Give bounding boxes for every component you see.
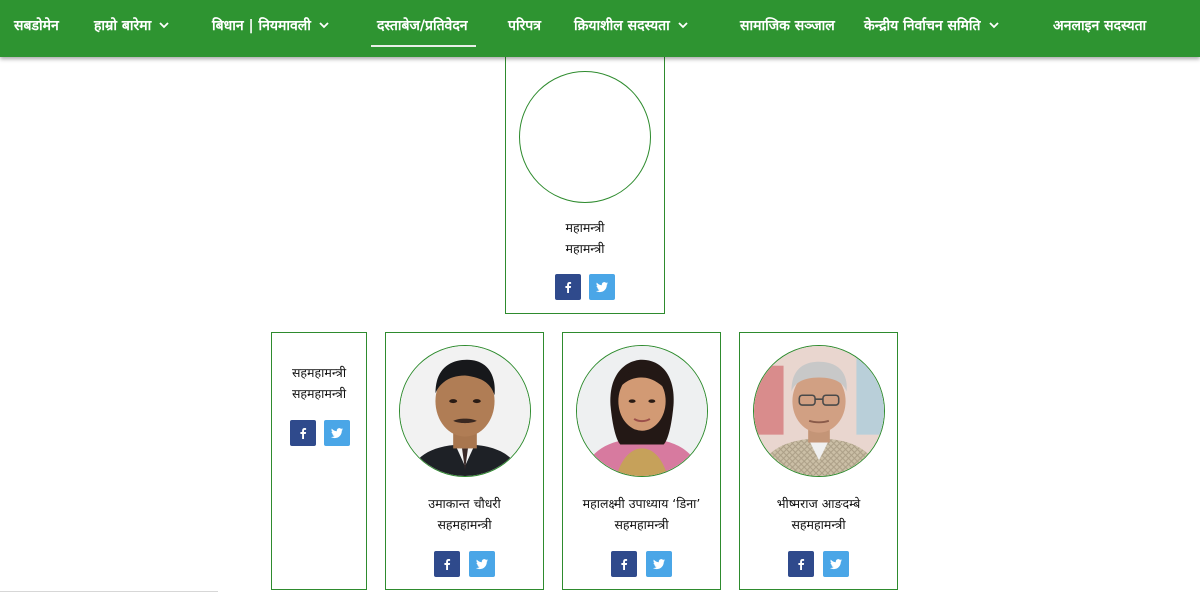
profile-photo-placeholder	[519, 71, 651, 203]
member-role: सहमहामन्त्री	[614, 517, 669, 532]
member-role: सहमहामन्त्री	[791, 517, 846, 532]
twitter-icon	[830, 559, 842, 570]
twitter-button[interactable]	[646, 551, 672, 577]
twitter-icon	[596, 282, 608, 293]
member-name: उमाकान्त चौधरी	[428, 496, 501, 511]
nav-item-label: बिधान | नियमावली	[212, 17, 311, 34]
chevron-down-icon	[159, 22, 169, 29]
nav-item-label: अनलाइन सदस्यता	[1053, 17, 1147, 34]
profile-photo	[576, 345, 708, 477]
member-role: सहमहामन्त्री	[437, 517, 492, 532]
member-role: सहमहामन्त्री	[291, 386, 347, 401]
member-name: महालक्ष्मी उपाध्याय ‘डिना’	[582, 496, 701, 511]
main-navbar: सबडोमेन हाम्रो बारेमा बिधान | नियमावली द…	[0, 0, 1200, 57]
twitter-button[interactable]	[324, 420, 350, 446]
chevron-down-icon	[678, 22, 688, 29]
nav-item-label: सामाजिक सञ्जाल	[740, 17, 835, 34]
nav-item-label: परिपत्र	[508, 17, 541, 34]
man-with-glasses-portrait-image	[754, 346, 884, 476]
nav-item-constitution-rules[interactable]: बिधान | नियमावली	[212, 0, 330, 50]
nav-item-label: दस्ताबेज/प्रतिवेदन	[377, 17, 468, 34]
facebook-icon	[300, 428, 307, 439]
facebook-button[interactable]	[788, 551, 814, 577]
woman-portrait-image	[577, 346, 707, 476]
twitter-button[interactable]	[823, 551, 849, 577]
facebook-button[interactable]	[434, 551, 460, 577]
general-secretary-card: महामन्त्री महामन्त्री	[505, 40, 665, 314]
facebook-button[interactable]	[611, 551, 637, 577]
nav-item-subdomain[interactable]: सबडोमेन	[14, 0, 59, 50]
member-card: भीष्मराज आङदम्बे सहमहामन्त्री	[739, 332, 898, 590]
member-name: भीष्मराज आङदम्बे	[776, 496, 861, 511]
facebook-icon	[798, 559, 805, 570]
profile-photo	[399, 345, 531, 477]
facebook-button[interactable]	[555, 274, 581, 300]
twitter-icon	[331, 428, 343, 439]
facebook-icon	[621, 559, 628, 570]
facebook-icon	[565, 282, 572, 293]
nav-item-documents-reports[interactable]: दस्ताबेज/प्रतिवेदन	[371, 0, 476, 50]
chevron-down-icon	[988, 22, 999, 29]
member-card: महालक्ष्मी उपाध्याय ‘डिना’ सहमहामन्त्री	[562, 332, 721, 590]
chevron-down-icon	[319, 22, 329, 29]
profile-photo	[753, 345, 885, 477]
member-name: महामन्त्री	[565, 220, 605, 235]
nav-item-label: सबडोमेन	[14, 17, 59, 34]
twitter-icon	[653, 559, 665, 570]
nav-item-active-membership[interactable]: क्रियाशील सदस्यता	[574, 0, 689, 50]
man-portrait-image	[400, 346, 530, 476]
nav-item-central-election-committee[interactable]: केन्द्रीय निर्वाचन समिति	[864, 0, 1000, 50]
member-name: सहमहामन्त्री	[291, 365, 347, 380]
nav-item-label: हाम्रो बारेमा	[94, 17, 152, 34]
member-role: महामन्त्री	[565, 241, 605, 256]
nav-item-about-us[interactable]: हाम्रो बारेमा	[94, 0, 170, 50]
member-card: उमाकान्त चौधरी सहमहामन्त्री	[385, 332, 544, 590]
twitter-icon	[476, 559, 488, 570]
nav-item-online-membership[interactable]: अनलाइन सदस्यता	[1053, 0, 1146, 50]
member-card: सहमहामन्त्री सहमहामन्त्री	[271, 332, 367, 590]
divider	[0, 591, 218, 592]
facebook-icon	[444, 559, 451, 570]
twitter-button[interactable]	[589, 274, 615, 300]
nav-item-circular[interactable]: परिपत्र	[508, 0, 541, 50]
nav-item-social-network[interactable]: सामाजिक सञ्जाल	[740, 0, 835, 50]
twitter-button[interactable]	[469, 551, 495, 577]
facebook-button[interactable]	[290, 420, 316, 446]
nav-item-label: क्रियाशील सदस्यता	[574, 17, 670, 34]
nav-item-label: केन्द्रीय निर्वाचन समिति	[864, 17, 981, 34]
